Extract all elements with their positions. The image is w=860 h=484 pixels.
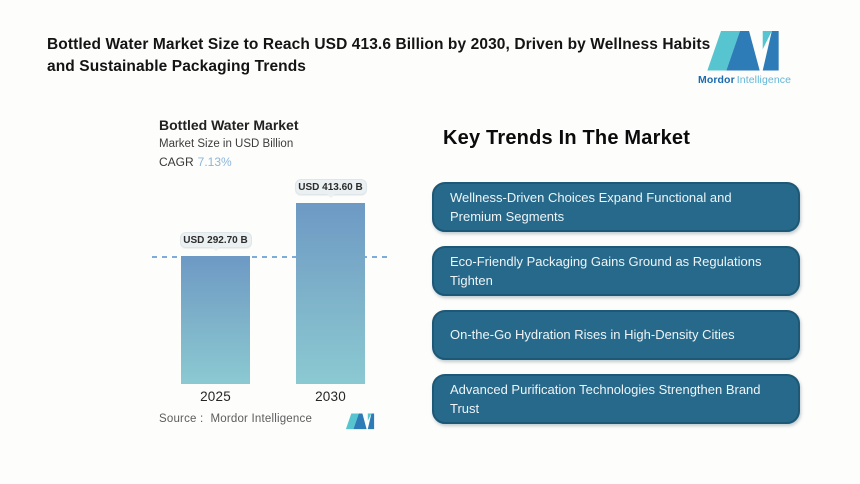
cagr-value: 7.13% — [198, 155, 232, 169]
source-label: Source : — [159, 413, 203, 425]
page-title: Bottled Water Market Size to Reach USD 4… — [47, 34, 712, 79]
chart-subtitle: Market Size in USD Billion — [159, 138, 293, 150]
brand-name-secondary: Intelligence — [737, 74, 791, 86]
infographic-canvas: Bottled Water Market Size to Reach USD 4… — [0, 0, 860, 484]
source-row: Source : Mordor Intelligence — [159, 413, 312, 425]
trend-card-purification: Advanced Purification Technologies Stren… — [432, 374, 800, 424]
brand-logo: MordorIntelligence — [698, 28, 788, 86]
x-axis-label-2030: 2030 — [296, 389, 365, 404]
brand-name: MordorIntelligence — [698, 74, 788, 86]
bar-2030 — [296, 203, 365, 384]
source-value: Mordor Intelligence — [210, 413, 312, 425]
bar-chart-plot: USD 292.70 B USD 413.60 B 2025 2030 — [152, 200, 392, 384]
value-label-2025: USD 292.70 B — [180, 232, 252, 248]
value-label-2030: USD 413.60 B — [295, 179, 367, 195]
source-logo-icon — [345, 412, 375, 430]
chart-title: Bottled Water Market — [159, 117, 299, 133]
trend-card-hydration: On-the-Go Hydration Rises in High-Densit… — [432, 310, 800, 360]
trend-card-wellness: Wellness-Driven Choices Expand Functiona… — [432, 182, 800, 232]
brand-name-primary: Mordor — [698, 74, 735, 86]
chart-cagr: CAGR 7.13% — [159, 155, 232, 169]
bar-2025 — [181, 256, 250, 384]
mordor-logo-icon — [705, 28, 781, 72]
trends-heading: Key Trends In The Market — [443, 127, 690, 150]
cagr-label: CAGR — [159, 155, 194, 169]
trend-card-eco-packaging: Eco-Friendly Packaging Gains Ground as R… — [432, 246, 800, 296]
x-axis-label-2025: 2025 — [181, 389, 250, 404]
